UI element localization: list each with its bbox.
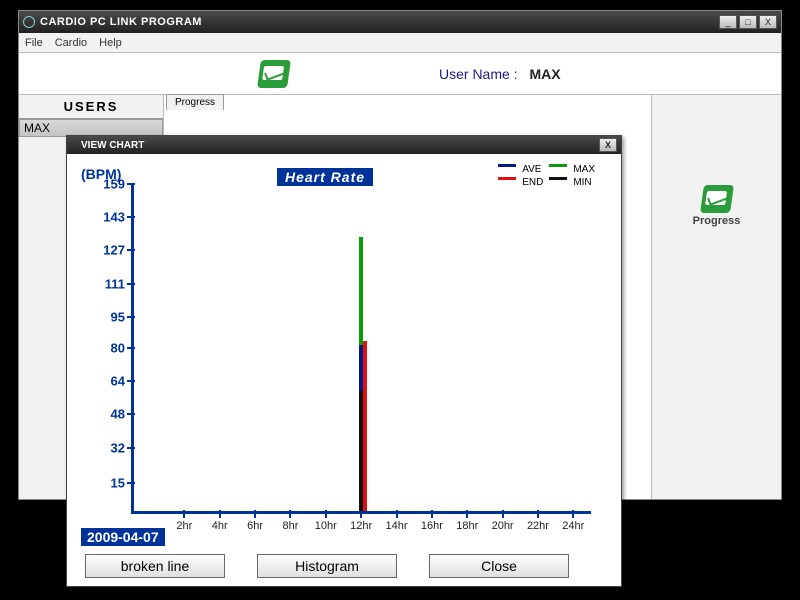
x-tick: 2hr bbox=[176, 520, 192, 532]
y-axis bbox=[131, 184, 134, 514]
x-tick-mark bbox=[183, 510, 185, 518]
maximize-button[interactable]: □ bbox=[739, 15, 757, 29]
y-tick-mark bbox=[127, 413, 135, 415]
y-tick: 143 bbox=[85, 210, 125, 225]
legend-label-max: MAX bbox=[573, 164, 595, 175]
chart-close-button[interactable]: X bbox=[599, 138, 617, 152]
y-tick: 127 bbox=[85, 243, 125, 258]
main-title: CARDIO PC LINK PROGRAM bbox=[40, 16, 719, 28]
x-tick-mark bbox=[360, 510, 362, 518]
x-tick: 10hr bbox=[315, 520, 337, 532]
main-titlebar[interactable]: CARDIO PC LINK PROGRAM _ □ X bbox=[19, 11, 781, 33]
y-tick: 32 bbox=[85, 440, 125, 455]
date-box: 2009-04-07 bbox=[81, 528, 165, 546]
x-tick-mark bbox=[502, 510, 504, 518]
username-label: User Name : bbox=[439, 66, 518, 82]
chart-body: (BPM) Heart Rate AVEMAXENDMIN 1532486480… bbox=[67, 154, 621, 586]
bar-end bbox=[363, 341, 367, 511]
y-tick: 64 bbox=[85, 374, 125, 389]
y-tick: 159 bbox=[85, 177, 125, 192]
x-tick: 14hr bbox=[386, 520, 408, 532]
x-tick: 24hr bbox=[562, 520, 584, 532]
histogram-button[interactable]: Histogram bbox=[257, 554, 397, 578]
y-tick-mark bbox=[127, 183, 135, 185]
legend-label-ave: AVE bbox=[522, 164, 543, 175]
legend-swatch-ave bbox=[498, 164, 516, 167]
x-tick-mark bbox=[219, 510, 221, 518]
y-tick-mark bbox=[127, 216, 135, 218]
x-tick: 18hr bbox=[456, 520, 478, 532]
legend-swatch-end bbox=[498, 177, 516, 180]
y-tick: 15 bbox=[85, 475, 125, 490]
y-tick: 95 bbox=[85, 309, 125, 324]
legend-swatch-max bbox=[549, 164, 567, 167]
y-tick-mark bbox=[127, 316, 135, 318]
x-tick: 20hr bbox=[492, 520, 514, 532]
x-tick-mark bbox=[325, 510, 327, 518]
x-tick-mark bbox=[466, 510, 468, 518]
menu-cardio[interactable]: Cardio bbox=[55, 37, 87, 49]
username-label-area: User Name : MAX bbox=[439, 66, 561, 82]
y-tick-mark bbox=[127, 482, 135, 484]
x-tick-mark bbox=[289, 510, 291, 518]
close-chart-button[interactable]: Close bbox=[429, 554, 569, 578]
x-tick: 16hr bbox=[421, 520, 443, 532]
y-tick-mark bbox=[127, 283, 135, 285]
chart-window-title: VIEW CHART bbox=[81, 140, 144, 151]
y-tick-mark bbox=[127, 347, 135, 349]
broken-line-button[interactable]: broken line bbox=[85, 554, 225, 578]
chart-button-row: broken line Histogram Close bbox=[85, 554, 569, 578]
close-button[interactable]: X bbox=[759, 15, 777, 29]
plot-area: 1532486480951111271431592hr4hr6hr8hr10hr… bbox=[131, 184, 591, 514]
users-header: USERS bbox=[19, 95, 163, 119]
right-pane: Progress bbox=[651, 95, 781, 499]
menu-file[interactable]: File bbox=[25, 37, 43, 49]
progress-icon[interactable] bbox=[702, 185, 732, 213]
y-tick: 80 bbox=[85, 340, 125, 355]
y-tick: 111 bbox=[85, 276, 125, 291]
x-tick: 8hr bbox=[282, 520, 298, 532]
chart-titlebar[interactable]: VIEW CHART X bbox=[67, 136, 621, 154]
x-tick-mark bbox=[572, 510, 574, 518]
y-tick: 48 bbox=[85, 407, 125, 422]
progress-label: Progress bbox=[693, 215, 741, 227]
legend-swatch-min bbox=[549, 177, 567, 180]
minimize-button[interactable]: _ bbox=[719, 15, 737, 29]
menubar: File Cardio Help bbox=[19, 33, 781, 53]
y-tick-mark bbox=[127, 380, 135, 382]
x-tick: 12hr bbox=[350, 520, 372, 532]
x-tick-mark bbox=[254, 510, 256, 518]
x-tick-mark bbox=[396, 510, 398, 518]
y-tick-mark bbox=[127, 447, 135, 449]
chart-window: VIEW CHART X (BPM) Heart Rate AVEMAXENDM… bbox=[66, 135, 622, 587]
app-icon bbox=[23, 16, 35, 28]
chart-window-icon bbox=[71, 140, 81, 150]
x-tick-mark bbox=[537, 510, 539, 518]
header-strip: User Name : MAX bbox=[19, 53, 781, 95]
username-value: MAX bbox=[529, 66, 560, 82]
x-tick-mark bbox=[431, 510, 433, 518]
x-tick: 22hr bbox=[527, 520, 549, 532]
app-logo-icon bbox=[259, 60, 289, 88]
y-tick-mark bbox=[127, 249, 135, 251]
tab-progress[interactable]: Progress bbox=[166, 94, 224, 110]
x-tick: 4hr bbox=[212, 520, 228, 532]
x-tick: 6hr bbox=[247, 520, 263, 532]
menu-help[interactable]: Help bbox=[99, 37, 122, 49]
